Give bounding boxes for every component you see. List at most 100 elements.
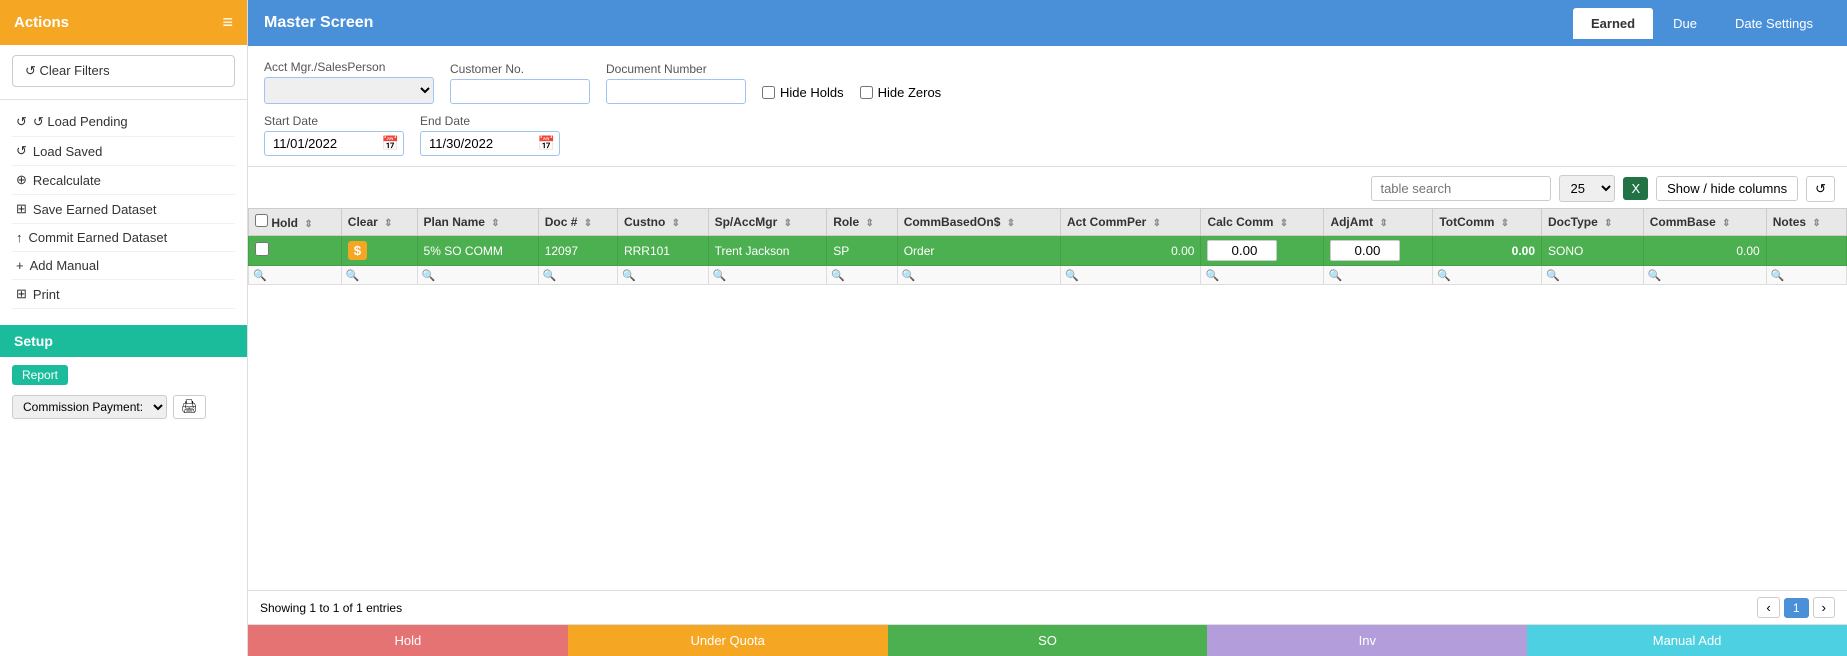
filter-comm-based-on: 🔍: [897, 266, 1060, 285]
col-plan-name[interactable]: Plan Name ⇕: [417, 209, 538, 236]
filter-adj-amt: 🔍: [1324, 266, 1433, 285]
show-hide-columns-button[interactable]: Show / hide columns: [1656, 176, 1798, 201]
table-area: 25 10 50 100 X Show / hide columns ↺ Hol…: [248, 167, 1847, 656]
master-screen-title: Master Screen: [264, 14, 373, 32]
adj-amt-input[interactable]: [1330, 240, 1400, 261]
hide-zeros-checkbox[interactable]: [860, 86, 873, 99]
print-setup-button[interactable]: 🖨: [173, 395, 206, 419]
cell-notes: [1766, 236, 1846, 266]
page-size-select[interactable]: 25 10 50 100: [1559, 175, 1615, 202]
document-number-input[interactable]: [606, 79, 746, 104]
acct-mgr-select[interactable]: [264, 77, 434, 104]
save-earned-item[interactable]: ⊞ Save Earned Dataset: [12, 195, 235, 224]
add-manual-item[interactable]: + Add Manual: [12, 252, 235, 280]
cell-tot-comm: 0.00: [1433, 236, 1542, 266]
menu-icon[interactable]: ≡: [222, 12, 233, 33]
customer-no-input[interactable]: [450, 79, 590, 104]
load-saved-label: Load Saved: [33, 144, 102, 159]
start-date-calendar-icon[interactable]: 📅: [382, 135, 399, 152]
col-role[interactable]: Role ⇕: [827, 209, 898, 236]
top-tabs: Earned Due Date Settings: [1573, 8, 1831, 39]
col-act-comm-per[interactable]: Act CommPer ⇕: [1060, 209, 1201, 236]
calc-comm-input[interactable]: [1207, 240, 1277, 261]
table-header-row: Hold ⇕ Clear ⇕ Plan Name ⇕ Doc # ⇕ Custn…: [249, 209, 1847, 236]
customer-no-label: Customer No.: [450, 62, 590, 76]
table-search-input[interactable]: [1371, 176, 1551, 201]
end-date-label: End Date: [420, 114, 560, 128]
acct-mgr-label: Acct Mgr./SalesPerson: [264, 60, 434, 74]
col-notes[interactable]: Notes ⇕: [1766, 209, 1846, 236]
commit-earned-item[interactable]: ↑ Commit Earned Dataset: [12, 224, 235, 252]
filter-custno: 🔍: [617, 266, 708, 285]
col-doc-type[interactable]: DocType ⇕: [1542, 209, 1644, 236]
filter-tot-comm: 🔍: [1433, 266, 1542, 285]
customer-no-group: Customer No.: [450, 62, 590, 104]
cell-calc-comm: [1201, 236, 1324, 266]
legend-under-quota: Under Quota: [568, 625, 888, 656]
print-item[interactable]: ⊞ Print: [12, 280, 235, 309]
cell-comm-base: 0.00: [1643, 236, 1766, 266]
save-earned-icon: ⊞: [16, 201, 27, 217]
col-tot-comm[interactable]: TotComm ⇕: [1433, 209, 1542, 236]
search-icon-4: 🔍: [543, 270, 557, 282]
search-icon-12: 🔍: [1437, 270, 1451, 282]
search-icon-9: 🔍: [1065, 270, 1079, 282]
pagination-bar: Showing 1 to 1 of 1 entries ‹ 1 ›: [248, 590, 1847, 624]
end-date-wrap: 📅: [420, 131, 560, 156]
filter-doc-type: 🔍: [1542, 266, 1644, 285]
col-doc-num[interactable]: Doc # ⇕: [538, 209, 617, 236]
cell-adj-amt: [1324, 236, 1433, 266]
col-calc-comm[interactable]: Calc Comm ⇕: [1201, 209, 1324, 236]
col-adj-amt[interactable]: AdjAmt ⇕: [1324, 209, 1433, 236]
commission-select[interactable]: Commission Payment:: [12, 395, 167, 419]
tab-earned[interactable]: Earned: [1573, 8, 1653, 39]
search-icon-14: 🔍: [1648, 270, 1662, 282]
search-icon: 🔍: [253, 270, 267, 282]
load-saved-item[interactable]: ↺ Load Saved: [12, 137, 235, 166]
commit-earned-label: Commit Earned Dataset: [29, 230, 168, 245]
legend-hold: Hold: [248, 625, 568, 656]
select-all-checkbox[interactable]: [255, 214, 268, 227]
search-icon-11: 🔍: [1328, 270, 1342, 282]
col-comm-base[interactable]: CommBase ⇕: [1643, 209, 1766, 236]
legend: Hold Under Quota SO Inv Manual Add: [248, 624, 1847, 656]
col-comm-based-on[interactable]: CommBasedOn$ ⇕: [897, 209, 1060, 236]
next-page-button[interactable]: ›: [1813, 597, 1835, 618]
legend-manual-add: Manual Add: [1527, 625, 1847, 656]
hide-zeros-label: Hide Zeros: [878, 85, 942, 100]
acct-mgr-group: Acct Mgr./SalesPerson: [264, 60, 434, 104]
filter-plan-name: 🔍: [417, 266, 538, 285]
clear-filters-button[interactable]: ↺ Clear Filters: [12, 55, 235, 87]
search-icon-6: 🔍: [713, 270, 727, 282]
hide-zeros-group: Hide Zeros: [860, 85, 942, 104]
cell-plan-name: 5% SO COMM: [417, 236, 538, 266]
col-hold[interactable]: Hold ⇕: [249, 209, 342, 236]
table-toolbar: 25 10 50 100 X Show / hide columns ↺: [248, 175, 1847, 208]
cell-role: SP: [827, 236, 898, 266]
page-navigation: ‹ 1 ›: [1757, 597, 1835, 618]
clear-dollar-button[interactable]: $: [348, 241, 367, 260]
filter-hold: 🔍: [249, 266, 342, 285]
load-pending-item[interactable]: ↺ ↺ Load Pending: [12, 108, 235, 137]
col-sp-acc-mgr[interactable]: Sp/AccMgr ⇕: [708, 209, 827, 236]
end-date-calendar-icon[interactable]: 📅: [538, 135, 555, 152]
recalculate-label: Recalculate: [33, 173, 101, 188]
tab-date-settings[interactable]: Date Settings: [1717, 8, 1831, 39]
col-clear[interactable]: Clear ⇕: [341, 209, 417, 236]
data-table: Hold ⇕ Clear ⇕ Plan Name ⇕ Doc # ⇕ Custn…: [248, 208, 1847, 285]
load-pending-icon: ↺: [16, 114, 27, 130]
tab-due[interactable]: Due: [1655, 8, 1715, 39]
excel-export-button[interactable]: X: [1623, 177, 1648, 200]
recalculate-icon: ⊕: [16, 172, 27, 188]
filter-row-2: Start Date 📅 End Date 📅: [264, 114, 1831, 156]
refresh-button[interactable]: ↺: [1806, 176, 1835, 202]
filter-role: 🔍: [827, 266, 898, 285]
search-icon-2: 🔍: [346, 270, 360, 282]
filter-notes: 🔍: [1766, 266, 1846, 285]
col-custno[interactable]: Custno ⇕: [617, 209, 708, 236]
prev-page-button[interactable]: ‹: [1757, 597, 1779, 618]
legend-so: SO: [888, 625, 1208, 656]
recalculate-item[interactable]: ⊕ Recalculate: [12, 166, 235, 195]
hold-checkbox[interactable]: [255, 242, 269, 256]
hide-holds-checkbox[interactable]: [762, 86, 775, 99]
